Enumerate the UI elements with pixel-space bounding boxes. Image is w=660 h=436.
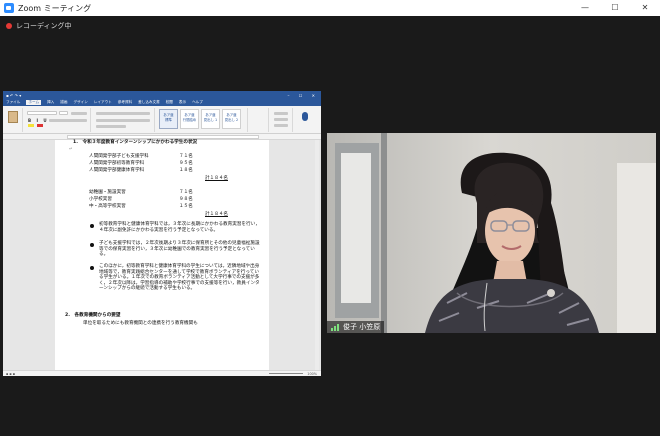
row-a-1-value: ７１名 (179, 154, 193, 159)
style-heading-1[interactable]: あア亜 見出し 1 (201, 109, 220, 129)
clipboard-group[interactable] (5, 108, 23, 132)
close-button[interactable]: ✕ (630, 0, 660, 16)
word-document-area: 1. 令和３年度教育インターンシップにかかわる学生の状況 ↵ 人間関発学部子ども… (3, 140, 321, 370)
row-a-2-label: 人間関発学部初等教育学科 (89, 161, 145, 166)
bold-italic-underline-icon[interactable]: B I U (28, 118, 49, 123)
video-frame (327, 133, 656, 333)
font-format-buttons[interactable] (49, 119, 87, 122)
zoom-level[interactable]: 100% (307, 372, 317, 376)
row-a-3-label: 人間関発学部健康体育学科 (89, 168, 145, 173)
participant-name-label: 俊子 小笠原 (327, 321, 385, 333)
styles-more[interactable] (247, 108, 269, 132)
paste-icon (8, 111, 18, 123)
row-b-2-value: ９８名 (179, 197, 193, 202)
highlight-icon[interactable] (28, 124, 34, 127)
find-button[interactable] (274, 112, 288, 115)
word-scrollbar[interactable] (315, 140, 319, 370)
word-tab[interactable]: ヘルプ (192, 100, 203, 105)
participant-name: 俊子 小笠原 (343, 323, 381, 331)
word-tab[interactable]: 挿入 (47, 100, 54, 105)
meeting-stage: レコーディング中 ▪ ↶ ↷ ▾ – ☐ ✕ ファイル ホーム 挿入 描画 デザ… (0, 16, 660, 436)
window-controls: — ☐ ✕ (570, 0, 660, 16)
paragraph-mark: ↵ (69, 147, 73, 152)
word-status-bar: ▪ ▪ ▪ 100% (3, 370, 321, 376)
zoom-title-bar: Zoom ミーティング — ☐ ✕ (0, 0, 660, 16)
style-no-spacing[interactable]: あア亜 行間詰め (180, 109, 199, 129)
word-quick-access-icon: ▪ ↶ ↷ ▾ (6, 92, 22, 98)
audio-level-icon (331, 323, 339, 331)
shared-screen: ▪ ↶ ↷ ▾ – ☐ ✕ ファイル ホーム 挿入 描画 デザイン レイアウト … (3, 91, 321, 376)
word-tab[interactable]: 参考資料 (118, 100, 132, 105)
font-size-field[interactable] (59, 111, 68, 115)
total-b: 計１８４名 (205, 212, 228, 217)
row-b-3-label: 中・高等学校実習 (89, 204, 126, 209)
word-page[interactable]: 1. 令和３年度教育インターンシップにかかわる学生の状況 ↵ 人間関発学部子ども… (55, 140, 269, 370)
bullet-paragraph-2: 子ども支援学科では，２年次後期より３年次に保育所とその他の児童福祉施設等での保育… (99, 241, 260, 258)
zoom-slider[interactable] (269, 373, 303, 374)
word-tab-home[interactable]: ホーム (26, 100, 42, 105)
font-size-buttons[interactable] (71, 112, 87, 115)
microphone-icon[interactable] (302, 112, 308, 121)
word-tab[interactable]: 描画 (60, 100, 67, 105)
maximize-button[interactable]: ☐ (600, 0, 630, 16)
bullet-icon (90, 243, 94, 247)
recording-dot-icon (6, 23, 12, 29)
word-tab[interactable]: 校閲 (166, 100, 173, 105)
bullet-icon (90, 224, 94, 228)
dictate-group[interactable] (295, 108, 317, 132)
word-ribbon: B I U あア亜 標準 あア亜 行間詰め あア亜 見出し 1 あア亜 見出し … (3, 106, 321, 134)
word-tab[interactable]: ファイル (6, 100, 20, 105)
word-tab[interactable]: 表示 (179, 100, 186, 105)
recording-indicator[interactable]: レコーディング中 (6, 21, 72, 31)
row-a-3-value: １８名 (179, 168, 193, 173)
bullet-paragraph-3: このほかに，初等教育学科と健康体育学科の学生については，近隣地域や出身地域等で，… (99, 264, 260, 292)
word-window-controls: – ☐ ✕ (287, 92, 319, 98)
list-buttons[interactable] (96, 112, 150, 115)
document-line: 単位を取るためにも教育機関との連携を行う教育機関も (83, 321, 198, 326)
style-heading-2[interactable]: あア亜 見出し 2 (222, 109, 241, 129)
row-b-1-label: 幼稚園・施設実習 (89, 190, 126, 195)
participant-video[interactable] (327, 133, 656, 333)
window-title: Zoom ミーティング (18, 3, 92, 13)
paragraph-group[interactable] (93, 108, 155, 132)
row-b-2-label: 小学校実習 (89, 197, 112, 202)
shading-buttons[interactable] (96, 125, 126, 128)
heading-2: 2. 各教育機関からの要望 (65, 313, 121, 318)
row-b-3-value: １５名 (179, 204, 193, 209)
bullet-icon (90, 266, 94, 270)
style-normal[interactable]: あア亜 標準 (159, 109, 178, 129)
row-a-2-value: ９５名 (179, 161, 193, 166)
word-tab[interactable]: 差し込み文書 (138, 100, 160, 105)
select-button[interactable] (274, 124, 288, 127)
align-buttons[interactable] (96, 119, 150, 122)
total-a: 計１８４名 (205, 176, 228, 181)
zoom-logo-icon (4, 3, 14, 13)
recording-label: レコーディング中 (16, 22, 72, 30)
word-title-bar: ▪ ↶ ↷ ▾ – ☐ ✕ (3, 91, 321, 99)
row-a-1-label: 人間関発学部子ども支援学科 (89, 154, 149, 159)
font-group[interactable]: B I U (25, 108, 91, 132)
heading-1: 1. 令和３年度教育インターンシップにかかわる学生の状況 (73, 140, 198, 145)
editing-group[interactable] (271, 108, 293, 132)
minimize-button[interactable]: — (570, 0, 600, 16)
row-b-1-value: ７１名 (179, 190, 193, 195)
replace-button[interactable] (274, 118, 288, 121)
bullet-paragraph-1: 初等教育学科と健康体育学科では，３年次に長期にかかわる教育実習を行い，４年次に副… (99, 222, 260, 233)
word-tab[interactable]: デザイン (73, 100, 87, 105)
word-ribbon-tabs: ファイル ホーム 挿入 描画 デザイン レイアウト 参考資料 差し込み文書 校閲… (3, 99, 321, 106)
font-color-icon[interactable] (37, 124, 43, 127)
status-page-info: ▪ ▪ ▪ (6, 371, 16, 376)
font-name-field[interactable] (27, 111, 57, 115)
word-tab[interactable]: レイアウト (94, 100, 112, 105)
